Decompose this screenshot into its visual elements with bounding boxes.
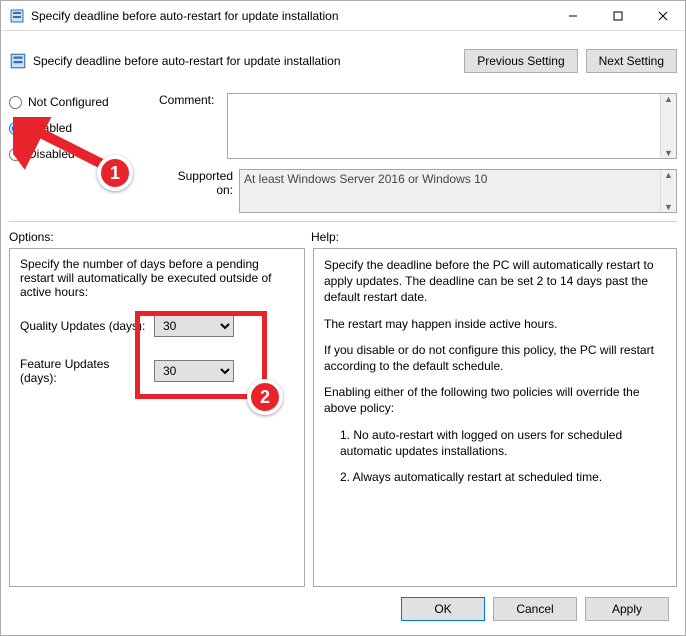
state-and-comment: Not Configured Enabled Disabled Comment: — [9, 89, 677, 213]
previous-setting-button[interactable]: Previous Setting — [464, 49, 577, 73]
next-setting-button[interactable]: Next Setting — [586, 49, 677, 73]
radio-enabled-input[interactable] — [9, 122, 22, 135]
radio-enabled[interactable]: Enabled — [9, 121, 149, 135]
help-p3: If you disable or do not configure this … — [324, 342, 666, 374]
comment-textarea[interactable] — [228, 94, 660, 158]
radio-disabled[interactable]: Disabled — [9, 147, 149, 161]
options-label: Options: — [9, 230, 311, 244]
radio-not-configured-label: Not Configured — [28, 95, 109, 109]
feature-updates-label: Feature Updates (days): — [20, 357, 148, 385]
close-button[interactable] — [640, 1, 685, 30]
quality-updates-label: Quality Updates (days): — [20, 319, 148, 333]
maximize-button[interactable] — [595, 1, 640, 30]
window-title: Specify deadline before auto-restart for… — [31, 9, 550, 23]
help-label: Help: — [311, 230, 677, 244]
footer-buttons: OK Cancel Apply — [9, 587, 677, 627]
ok-button[interactable]: OK — [401, 597, 485, 621]
policy-icon — [9, 8, 25, 24]
dialog-window: Specify deadline before auto-restart for… — [0, 0, 686, 636]
divider — [9, 221, 677, 222]
scrollbar[interactable]: ▲▼ — [660, 170, 676, 212]
minimize-button[interactable] — [550, 1, 595, 30]
apply-button[interactable]: Apply — [585, 597, 669, 621]
help-li1: 1. No auto-restart with logged on users … — [340, 427, 666, 459]
comment-label: Comment: — [159, 93, 227, 107]
radio-not-configured-input[interactable] — [9, 96, 22, 109]
policy-icon — [9, 52, 27, 70]
content-area: Specify deadline before auto-restart for… — [1, 31, 685, 635]
supported-row: Supported on: At least Windows Server 20… — [159, 169, 677, 213]
supported-value: At least Windows Server 2016 or Windows … — [240, 170, 660, 212]
comment-row: Comment: ▲▼ — [159, 93, 677, 159]
panel-labels: Options: Help: — [9, 230, 677, 244]
help-li2: 2. Always automatically restart at sched… — [340, 469, 666, 485]
radio-enabled-label: Enabled — [28, 121, 72, 135]
radio-disabled-label: Disabled — [28, 147, 75, 161]
header-subtitle: Specify deadline before auto-restart for… — [33, 54, 464, 68]
radio-not-configured[interactable]: Not Configured — [9, 95, 149, 109]
options-panel: Specify the number of days before a pend… — [9, 248, 305, 587]
header-row: Specify deadline before auto-restart for… — [9, 37, 677, 85]
help-panel: Specify the deadline before the PC will … — [313, 248, 677, 587]
titlebar: Specify deadline before auto-restart for… — [1, 1, 685, 31]
cancel-button[interactable]: Cancel — [493, 597, 577, 621]
help-p2: The restart may happen inside active hou… — [324, 316, 666, 332]
scrollbar[interactable]: ▲▼ — [660, 94, 676, 158]
help-p1: Specify the deadline before the PC will … — [324, 257, 666, 306]
help-p4: Enabling either of the following two pol… — [324, 384, 666, 416]
window-controls — [550, 1, 685, 30]
supported-label: Supported on: — [159, 169, 239, 197]
panels: Specify the number of days before a pend… — [9, 248, 677, 587]
options-intro: Specify the number of days before a pend… — [20, 257, 294, 299]
feature-updates-select[interactable]: 30 — [154, 360, 234, 382]
radio-disabled-input[interactable] — [9, 148, 22, 161]
quality-updates-select[interactable]: 30 — [154, 315, 234, 337]
feature-updates-row: Feature Updates (days): 30 — [20, 357, 294, 385]
state-radios: Not Configured Enabled Disabled — [9, 95, 149, 161]
quality-updates-row: Quality Updates (days): 30 — [20, 315, 294, 337]
